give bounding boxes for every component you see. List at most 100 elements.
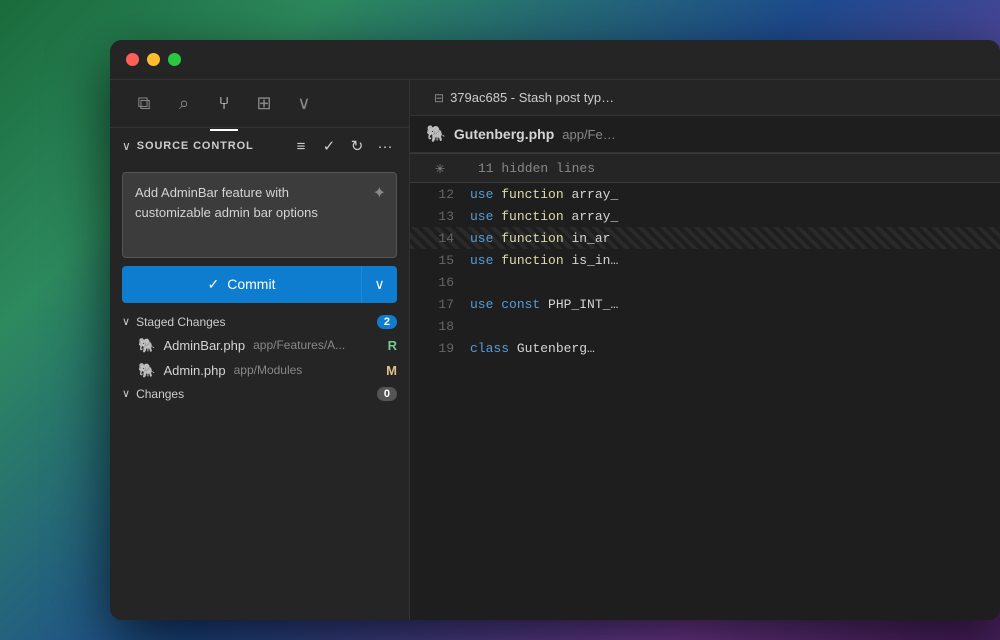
commit-main-button[interactable]: ✓ Commit bbox=[122, 266, 361, 303]
commit-label: Commit bbox=[227, 276, 275, 292]
title-bar bbox=[110, 40, 1000, 80]
close-button[interactable] bbox=[126, 53, 139, 66]
tab-title: 379ac685 - Stash post typ… bbox=[450, 90, 614, 105]
line-num-13: 13 bbox=[410, 209, 470, 224]
code-area: 🐘 Gutenberg.php app/Fe… ✳ 11 hidden line… bbox=[410, 116, 1000, 620]
staged-file-adminbar[interactable]: 🐘 AdminBar.php app/Features/A... R bbox=[110, 333, 409, 358]
file-heading-path: app/Fe… bbox=[562, 127, 615, 142]
line-content-13: use function array_ bbox=[470, 209, 618, 224]
line-content-12: use function array_ bbox=[470, 187, 618, 202]
hidden-lines-text: 11 hidden lines bbox=[478, 161, 595, 176]
changes-badge: 0 bbox=[377, 387, 397, 401]
staged-file-admin[interactable]: 🐘 Admin.php app/Modules M bbox=[110, 358, 409, 383]
window-body: ⧉ ⌕ ⑂ ⊞ ∨ ∨ SOURCE CONTROL ≡ ✓ ↻ ··· bbox=[110, 80, 1000, 620]
icon-nav: ⧉ ⌕ ⑂ ⊞ ∨ bbox=[110, 80, 409, 128]
line-num-16: 16 bbox=[410, 275, 470, 290]
line-content-15: use function is_in… bbox=[470, 253, 618, 268]
kw-const-17: const bbox=[501, 297, 548, 312]
kw-use-13: use bbox=[470, 209, 501, 224]
adminbar-status: R bbox=[388, 338, 397, 353]
file-heading-name: Gutenberg.php bbox=[454, 126, 554, 142]
php-icon-admin: 🐘 bbox=[138, 362, 155, 379]
staged-changes-header[interactable]: ∨ Staged Changes 2 bbox=[110, 311, 409, 333]
changes-title: Changes bbox=[136, 387, 371, 401]
commit-message-input[interactable]: Add AdminBar feature with customizable a… bbox=[135, 183, 356, 242]
line-num-18: 18 bbox=[410, 319, 470, 334]
code-line-16: 16 bbox=[410, 271, 1000, 293]
check-all-icon[interactable]: ✓ bbox=[317, 134, 341, 158]
staged-changes-title: Staged Changes bbox=[136, 315, 371, 329]
list-icon[interactable]: ≡ bbox=[289, 134, 313, 158]
code-line-12: 12 use function array_ bbox=[410, 183, 1000, 205]
commit-dropdown-arrow: ∨ bbox=[374, 276, 384, 293]
code-line-17: 17 use const PHP_INT_… bbox=[410, 293, 1000, 315]
fn-name-14: in_ar bbox=[571, 231, 610, 246]
line-num-12: 12 bbox=[410, 187, 470, 202]
adminbar-filename: AdminBar.php bbox=[163, 338, 245, 353]
changes-header[interactable]: ∨ Changes 0 bbox=[110, 383, 409, 405]
maximize-button[interactable] bbox=[168, 53, 181, 66]
kw-use-14: use bbox=[470, 231, 501, 246]
file-heading: 🐘 Gutenberg.php app/Fe… bbox=[410, 116, 1000, 153]
kw-class-19: class bbox=[470, 341, 517, 356]
kw-fn-13: function bbox=[501, 209, 571, 224]
line-content-17: use const PHP_INT_… bbox=[470, 297, 618, 312]
tab-bar: ⊟ 379ac685 - Stash post typ… bbox=[410, 80, 1000, 116]
more-nav-icon[interactable]: ∨ bbox=[286, 86, 322, 122]
staged-changes-chevron: ∨ bbox=[122, 315, 130, 328]
left-panel: ⧉ ⌕ ⑂ ⊞ ∨ ∨ SOURCE CONTROL ≡ ✓ ↻ ··· bbox=[110, 80, 410, 620]
tab-diff-icon: ⊟ bbox=[434, 91, 444, 105]
sc-actions: ≡ ✓ ↻ ··· bbox=[289, 134, 397, 158]
fn-name-15: is_in… bbox=[571, 253, 618, 268]
sc-chevron-icon[interactable]: ∨ bbox=[122, 139, 131, 153]
php-icon-adminbar: 🐘 bbox=[138, 337, 155, 354]
main-window: ⧉ ⌕ ⑂ ⊞ ∨ ∨ SOURCE CONTROL ≡ ✓ ↻ ··· bbox=[110, 40, 1000, 620]
search-icon[interactable]: ⌕ bbox=[166, 86, 202, 122]
traffic-lights bbox=[126, 53, 181, 66]
line-num-19: 19 bbox=[410, 341, 470, 356]
hidden-lines-indicator[interactable]: ✳ 11 hidden lines bbox=[410, 153, 1000, 183]
admin-filename: Admin.php bbox=[163, 363, 225, 378]
file-heading-icon: 🐘 bbox=[426, 124, 446, 144]
source-control-header: ∨ SOURCE CONTROL ≡ ✓ ↻ ··· bbox=[110, 128, 409, 164]
minimize-button[interactable] bbox=[147, 53, 160, 66]
kw-use-12: use bbox=[470, 187, 501, 202]
kw-fn-15: function bbox=[501, 253, 571, 268]
const-name-17: PHP_INT_… bbox=[548, 297, 618, 312]
code-line-19: 19 class Gutenberg… bbox=[410, 337, 1000, 359]
line-content-19: class Gutenberg… bbox=[470, 341, 595, 356]
extensions-icon[interactable]: ⊞ bbox=[246, 86, 282, 122]
kw-use-15: use bbox=[470, 253, 501, 268]
commit-area: Add AdminBar feature with customizable a… bbox=[110, 164, 409, 266]
hidden-lines-gutter: ✳ bbox=[410, 158, 470, 178]
source-control-title: SOURCE CONTROL bbox=[137, 140, 283, 152]
changes-chevron: ∨ bbox=[122, 387, 130, 400]
adminbar-filepath: app/Features/A... bbox=[253, 338, 380, 352]
explorer-icon[interactable]: ⧉ bbox=[126, 86, 162, 122]
code-line-15: 15 use function is_in… bbox=[410, 249, 1000, 271]
sparkle-icon[interactable]: ✦ bbox=[373, 183, 386, 203]
line-content-14: use function in_ar bbox=[470, 231, 610, 246]
fn-name-12: array_ bbox=[571, 187, 618, 202]
code-line-14: 14 use function in_ar bbox=[410, 227, 1000, 249]
code-lines: ✳ 11 hidden lines 12 use function array_… bbox=[410, 153, 1000, 620]
admin-filepath: app/Modules bbox=[234, 363, 379, 377]
kw-fn-12: function bbox=[501, 187, 571, 202]
kw-fn-14: function bbox=[501, 231, 571, 246]
code-tab[interactable]: ⊟ 379ac685 - Stash post typ… bbox=[422, 86, 626, 109]
class-name-19: Gutenberg… bbox=[517, 341, 595, 356]
kw-use-17: use bbox=[470, 297, 501, 312]
line-num-14: 14 bbox=[410, 231, 470, 246]
staged-changes-badge: 2 bbox=[377, 315, 397, 329]
code-line-18: 18 bbox=[410, 315, 1000, 337]
more-actions-icon[interactable]: ··· bbox=[373, 134, 397, 158]
commit-message-wrapper: Add AdminBar feature with customizable a… bbox=[122, 172, 397, 258]
right-panel: ⊟ 379ac685 - Stash post typ… 🐘 Gutenberg… bbox=[410, 80, 1000, 620]
commit-dropdown-button[interactable]: ∨ bbox=[361, 266, 397, 303]
line-num-17: 17 bbox=[410, 297, 470, 312]
admin-status: M bbox=[386, 363, 397, 378]
refresh-icon[interactable]: ↻ bbox=[345, 134, 369, 158]
source-control-nav-icon[interactable]: ⑂ bbox=[206, 86, 242, 122]
code-line-13: 13 use function array_ bbox=[410, 205, 1000, 227]
line-num-15: 15 bbox=[410, 253, 470, 268]
